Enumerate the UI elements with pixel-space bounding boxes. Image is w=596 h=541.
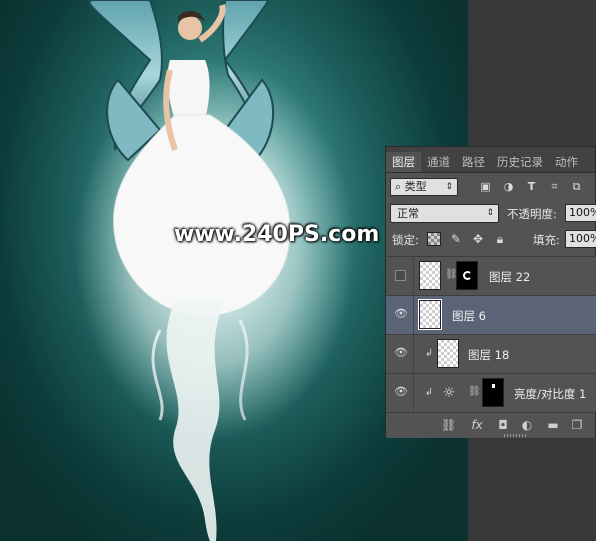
panel-tabs: 图层 通道 路径 历史记录 动作 (386, 147, 595, 173)
tab-paths[interactable]: 路径 (456, 152, 491, 172)
clipping-arrow-icon: ↲ (424, 348, 434, 359)
fx-icon[interactable]: fx (468, 418, 486, 432)
lock-transparent-icon[interactable] (427, 232, 441, 246)
tab-actions[interactable]: 动作 (549, 152, 584, 172)
layers-panel: 图层 通道 路径 历史记录 动作 ⌕ 类型 ⇕ ▣ ◑ T ⌗ ⧉ 正常 ⇕ 不… (385, 146, 596, 438)
divider (413, 374, 414, 413)
tab-history[interactable]: 历史记录 (491, 152, 549, 172)
tab-channels[interactable]: 通道 (421, 152, 456, 172)
opacity-input[interactable]: 100% (565, 204, 596, 222)
visibility-off-box[interactable] (395, 270, 406, 281)
eye-icon[interactable]: 👁︎ (394, 386, 408, 397)
stepper-icon: ⇕ (486, 208, 494, 218)
layer-thumbnail[interactable] (418, 299, 442, 330)
layer-row-6[interactable]: 👁︎ 图层 6 (386, 295, 596, 335)
new-layer-icon[interactable]: ❐ (570, 418, 584, 432)
opacity-label: 不透明度: (507, 207, 557, 221)
blend-mode-value: 正常 (397, 207, 419, 220)
resize-grip[interactable] (504, 434, 528, 437)
layer-row-brightness-contrast[interactable]: 👁︎ ↲ ☼ ⛓︎ 亮度/对比度 1 (386, 373, 596, 413)
search-icon: ⌕ (395, 180, 402, 193)
panel-bottom-toolbar: ⛓︎ fx ◘ ◐ ▬ ❐ (386, 412, 595, 438)
lock-all-icon[interactable]: 🔒︎ (493, 232, 507, 246)
divider (413, 296, 414, 335)
shape-filter-icon[interactable]: ⌗ (549, 181, 560, 192)
layer-filter-select[interactable]: ⌕ 类型 ⇕ (390, 178, 458, 196)
adjustment-filter-icon[interactable]: ◑ (503, 181, 514, 192)
lock-row: 锁定: ✎ ✥ 🔒︎ 填充: 100% (386, 226, 596, 252)
eye-icon[interactable]: 👁︎ (394, 347, 408, 358)
image-filter-icon[interactable]: ▣ (480, 181, 491, 192)
blend-mode-select[interactable]: 正常 ⇕ (390, 204, 499, 223)
lock-label: 锁定: (392, 233, 419, 247)
layer-row-22[interactable]: ⛓︎ 图层 22 (386, 256, 596, 296)
filter-value: 类型 (404, 180, 427, 193)
layer-mask-thumbnail[interactable] (456, 261, 478, 290)
layer-thumbnail[interactable] (437, 339, 459, 368)
lock-paint-brush-icon[interactable]: ✎ (449, 232, 463, 246)
group-folder-icon[interactable]: ▬ (546, 418, 560, 432)
smart-object-filter-icon[interactable]: ⧉ (571, 181, 582, 192)
mask-link-icon[interactable]: ⛓︎ (468, 386, 481, 398)
layer-name[interactable]: 图层 18 (468, 347, 509, 363)
blend-row: 正常 ⇕ 不透明度: 100% (386, 200, 596, 226)
watermark-text: www.240PS.com (174, 222, 380, 247)
filter-row: ⌕ 类型 ⇕ ▣ ◑ T ⌗ ⧉ (386, 173, 595, 200)
fill-input[interactable]: 100% (565, 230, 596, 248)
stepper-icon: ⇕ (445, 182, 453, 192)
add-mask-icon[interactable]: ◘ (496, 418, 510, 432)
layer-name[interactable]: 图层 22 (489, 269, 530, 285)
link-layers-icon[interactable]: ⛓︎ (441, 418, 456, 432)
divider (413, 257, 414, 296)
layer-row-18[interactable]: 👁︎ ↲ 图层 18 (386, 334, 596, 374)
fx-label: fx (471, 418, 483, 432)
layer-thumbnail[interactable] (419, 261, 441, 290)
brightness-adjustment-icon[interactable]: ☼ (441, 385, 457, 401)
layer-name[interactable]: 图层 6 (452, 308, 486, 324)
lock-move-icon[interactable]: ✥ (471, 232, 485, 246)
adjustment-layer-icon[interactable]: ◐ (520, 418, 534, 432)
tab-layers[interactable]: 图层 (386, 152, 421, 172)
mask-link-icon[interactable]: ⛓︎ (445, 269, 458, 281)
fill-label: 填充: (533, 233, 560, 247)
layer-name[interactable]: 亮度/对比度 1 (514, 386, 586, 402)
divider (413, 335, 414, 374)
type-filter-icon[interactable]: T (526, 181, 537, 192)
layer-mask-thumbnail[interactable] (482, 378, 504, 407)
clipping-arrow-icon: ↲ (424, 387, 434, 398)
eye-icon[interactable]: 👁︎ (394, 308, 408, 319)
